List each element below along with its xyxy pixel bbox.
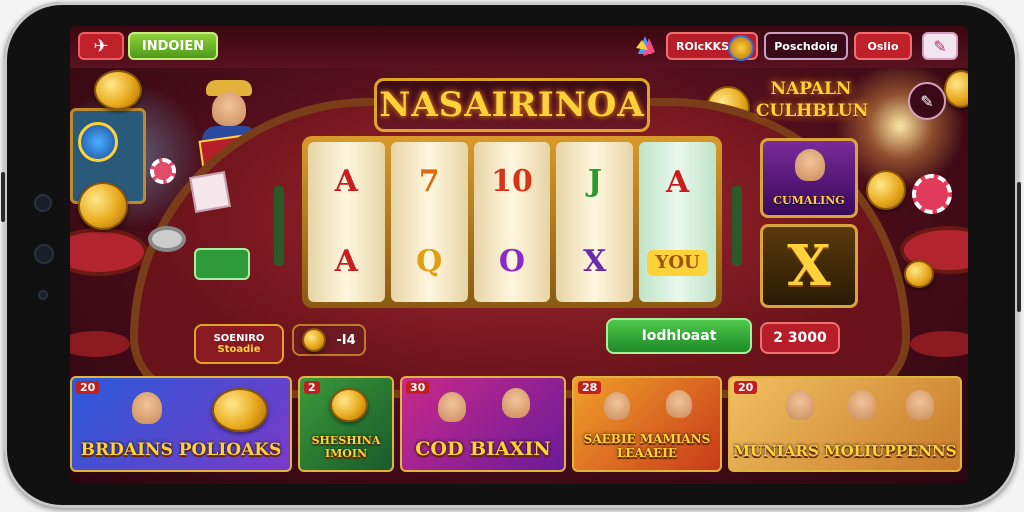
game-card-title: SAEBIE MAMIANS LEAAEIE bbox=[583, 432, 711, 460]
indicator-strip bbox=[732, 186, 742, 266]
coin-counter: -I4 bbox=[292, 324, 366, 356]
multiplier-card[interactable]: X bbox=[760, 224, 858, 308]
game-card-badge: 30 bbox=[406, 381, 430, 394]
game-card-title: BRDAINS POLIOAKS bbox=[80, 440, 282, 460]
game-card[interactable]: 30 COD BIAXIN bbox=[400, 376, 566, 472]
info-panel-line2: Stoadie bbox=[217, 344, 261, 355]
game-card-badge: 28 bbox=[578, 381, 602, 394]
coin-icon bbox=[866, 170, 906, 210]
game-card-emblem bbox=[330, 388, 368, 422]
game-card-character bbox=[438, 392, 466, 422]
game-card-title: COD BIAXIN bbox=[415, 438, 551, 460]
plane-icon: ✈ bbox=[93, 35, 109, 57]
reel-symbol: Q bbox=[416, 244, 443, 279]
game-card-character bbox=[502, 388, 530, 418]
spin-button[interactable]: Iodhloaat bbox=[606, 318, 752, 354]
coin-icon bbox=[78, 182, 128, 230]
game-card[interactable]: 20 BRDAINS POLIOAKS bbox=[70, 376, 292, 472]
reel-symbol: O bbox=[498, 244, 526, 279]
game-card[interactable]: 2 SHESHINA IMOIN bbox=[298, 376, 394, 472]
bet-value: 2 3000 bbox=[773, 330, 827, 346]
reel-symbol: J bbox=[587, 164, 602, 199]
dice-icon bbox=[189, 171, 231, 213]
stool bbox=[70, 331, 130, 357]
reel-symbol: A bbox=[334, 244, 359, 279]
coins-button[interactable]: ROlcKKS bbox=[666, 32, 758, 61]
game-card-character bbox=[666, 390, 692, 418]
dealer-face bbox=[212, 92, 246, 126]
game-title: NASAIRINOA bbox=[379, 85, 645, 125]
bonus-card[interactable]: CUMALING bbox=[760, 138, 858, 218]
gem-icon bbox=[634, 34, 656, 58]
poker-table-left bbox=[70, 228, 148, 276]
game-card-character bbox=[132, 392, 162, 424]
info-label: Oslio bbox=[867, 39, 899, 53]
game-card-character bbox=[848, 390, 876, 420]
coin-icon bbox=[302, 328, 327, 352]
sensor-icon bbox=[34, 244, 54, 264]
game-card-character bbox=[906, 390, 934, 420]
bonus-card-label: CUMALING bbox=[773, 194, 845, 207]
portrait-badge bbox=[78, 122, 118, 162]
game-card-badge: 20 bbox=[76, 381, 100, 394]
reel-1: A A bbox=[308, 142, 385, 302]
volume-button bbox=[1, 172, 5, 222]
stool bbox=[910, 331, 968, 357]
reel-symbol: X bbox=[583, 244, 607, 279]
game-card[interactable]: 20 MUNIARS MOLIUPPENNS bbox=[728, 376, 962, 472]
info-panel-line1: SOENIRO bbox=[213, 333, 265, 344]
avatar-icon bbox=[728, 35, 754, 61]
neon-sign-line2: CULHBLUN bbox=[756, 101, 869, 121]
game-screen: ✈ INDOIEN ROlcKKS Poschdoig Oslio ✎ NASA… bbox=[70, 26, 968, 484]
coin-icon bbox=[94, 70, 142, 110]
settings-button[interactable]: ✎ bbox=[922, 32, 958, 60]
game-card-badge: 2 bbox=[304, 381, 320, 394]
spin-button-label: Iodhloaat bbox=[641, 328, 717, 344]
mode-button[interactable]: INDOIEN bbox=[128, 32, 218, 60]
game-card-title: SHESHINA IMOIN bbox=[311, 434, 381, 460]
coin-icon bbox=[904, 260, 934, 288]
multiplier-label: X bbox=[787, 233, 831, 299]
game-card-title: MUNIARS MOLIUPPENNS bbox=[733, 442, 957, 460]
game-list: 20 BRDAINS POLIOAKS 2 SHESHINA IMOIN 30 … bbox=[70, 376, 968, 476]
game-card-badge: 20 bbox=[734, 381, 758, 394]
reel-symbol: YOU bbox=[647, 250, 708, 276]
camera-icon bbox=[34, 194, 52, 212]
coins-label: ROlcKKS bbox=[676, 39, 730, 53]
back-button[interactable]: ✈ bbox=[78, 32, 124, 60]
bet-display[interactable]: 2 3000 bbox=[760, 322, 840, 354]
info-panel: SOENIRO Stoadie bbox=[194, 324, 284, 364]
reel-3: 10 O bbox=[473, 142, 551, 302]
game-card-character bbox=[786, 390, 814, 420]
edit-button[interactable]: ✎ bbox=[908, 82, 946, 120]
reel-2: 7 Q bbox=[390, 142, 468, 302]
pencil-icon: ✎ bbox=[920, 91, 934, 111]
slot-reels: A A 7 Q 10 O J X A YOU bbox=[302, 136, 722, 308]
neon-sign-line1: NAPALN bbox=[770, 79, 852, 99]
profile-label: Poschdoig bbox=[774, 39, 838, 53]
reel-symbol: A bbox=[665, 165, 690, 200]
reel-symbol: A bbox=[334, 164, 359, 199]
coin-counter-value: -I4 bbox=[336, 332, 356, 348]
game-title-plate: NASAIRINOA bbox=[374, 78, 650, 132]
cup-holder bbox=[148, 226, 186, 252]
game-card-emblem bbox=[212, 388, 268, 432]
reel-symbol: 10 bbox=[491, 164, 533, 199]
reel-symbol: 7 bbox=[418, 164, 440, 199]
neon-sign: NAPALN CULHBLUN bbox=[756, 78, 869, 128]
profile-button[interactable]: Poschdoig bbox=[764, 32, 848, 60]
bonus-character bbox=[795, 149, 825, 181]
indicator-strip bbox=[274, 186, 284, 266]
info-button[interactable]: Oslio bbox=[854, 32, 912, 60]
cash-stack-icon bbox=[194, 248, 250, 280]
poker-chip-icon bbox=[150, 158, 176, 184]
mode-label: INDOIEN bbox=[141, 38, 205, 54]
wrench-icon: ✎ bbox=[933, 36, 947, 56]
game-card-character bbox=[604, 392, 630, 420]
reel-4: J X bbox=[556, 142, 634, 302]
mic-icon bbox=[38, 290, 48, 300]
game-card[interactable]: 28 SAEBIE MAMIANS LEAAEIE bbox=[572, 376, 722, 472]
reel-5: A YOU bbox=[639, 142, 716, 302]
power-button bbox=[1017, 182, 1021, 312]
